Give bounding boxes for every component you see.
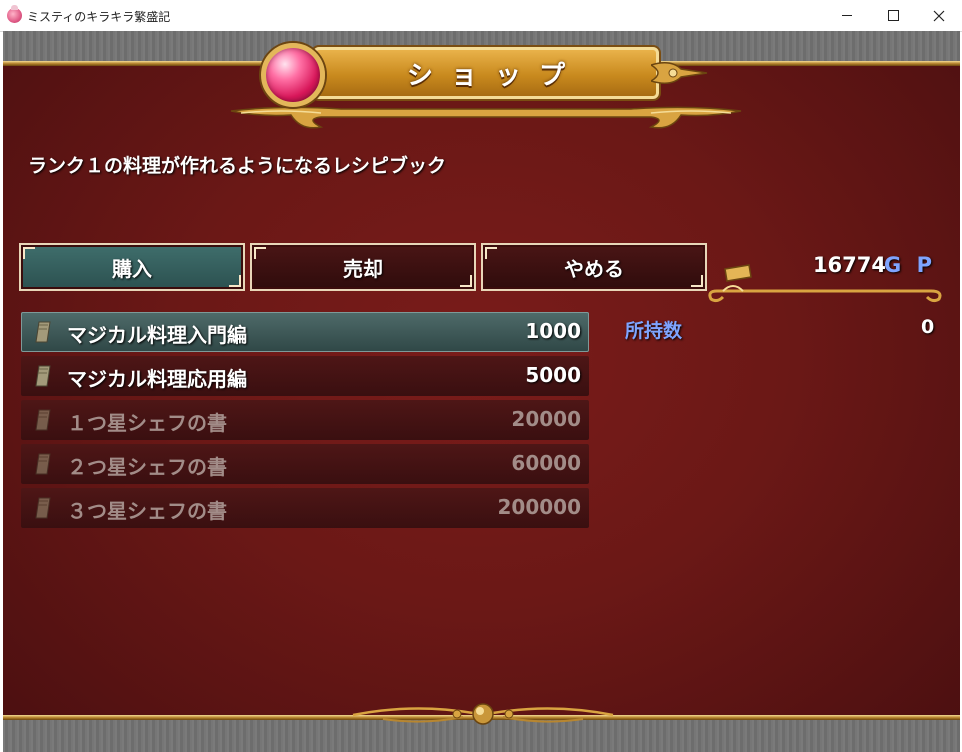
window-title: ミスティのキラキラ繁盛記 [27,10,171,24]
list-item[interactable]: マジカル料理入門編 1000 [21,312,589,352]
item-price: 200000 [497,495,582,519]
gold-amount: 16774 [812,253,886,277]
item-name: ３つ星シェフの書 [67,499,227,523]
sell-button[interactable]: 売却 [250,243,476,291]
book-icon [35,365,51,387]
possession-count: 0 [921,316,935,338]
book-icon [35,453,51,475]
close-button[interactable] [916,0,962,31]
book-icon [35,497,51,519]
shop-item-list[interactable]: マジカル料理入門編 1000 マジカル料理応用編 5000 １つ星シェフの書 2… [21,312,589,532]
shop-title-plaque: ショップ [221,35,751,139]
plaque-arrow-ornament [651,62,708,84]
item-name: ２つ星シェフの書 [67,455,227,479]
pink-gem-icon [261,43,325,107]
gold-unit: G P [884,253,936,277]
book-icon [35,321,51,343]
item-name: マジカル料理入門編 [67,323,247,347]
item-price: 20000 [511,407,581,431]
gold-display: 16774 G P [703,243,948,305]
window-titlebar[interactable]: ミスティのキラキラ繁盛記 [0,0,962,32]
list-item[interactable]: １つ星シェフの書 20000 [21,400,589,440]
buy-button[interactable]: 購入 [19,243,245,291]
title-plate: ショップ [313,47,659,99]
list-item[interactable]: ３つ星シェフの書 200000 [21,488,589,528]
close-icon [933,10,945,21]
item-description: ランク１の料理が作れるようになるレシピブック [28,155,447,177]
item-name: マジカル料理応用編 [67,367,247,391]
book-icon [35,409,51,431]
bottom-ornament [352,703,614,725]
shop-title: ショップ [406,60,583,91]
app-icon [7,5,22,23]
game-screen: ショップ ランク１の料理が作れるようになるレシピブック 購入 売却 やめる 16… [3,31,960,752]
minimize-button[interactable] [824,0,870,31]
item-price: 5000 [525,363,581,387]
item-price: 60000 [511,451,581,475]
list-item[interactable]: ２つ星シェフの書 60000 [21,444,589,484]
maximize-icon [887,10,899,21]
minimize-icon [842,15,852,16]
maximize-button[interactable] [870,0,916,31]
item-price: 1000 [525,319,581,343]
quit-button[interactable]: やめる [481,243,707,291]
possession-label: 所持数 [625,320,683,342]
item-name: １つ星シェフの書 [67,411,227,435]
list-item[interactable]: マジカル料理応用編 5000 [21,356,589,396]
